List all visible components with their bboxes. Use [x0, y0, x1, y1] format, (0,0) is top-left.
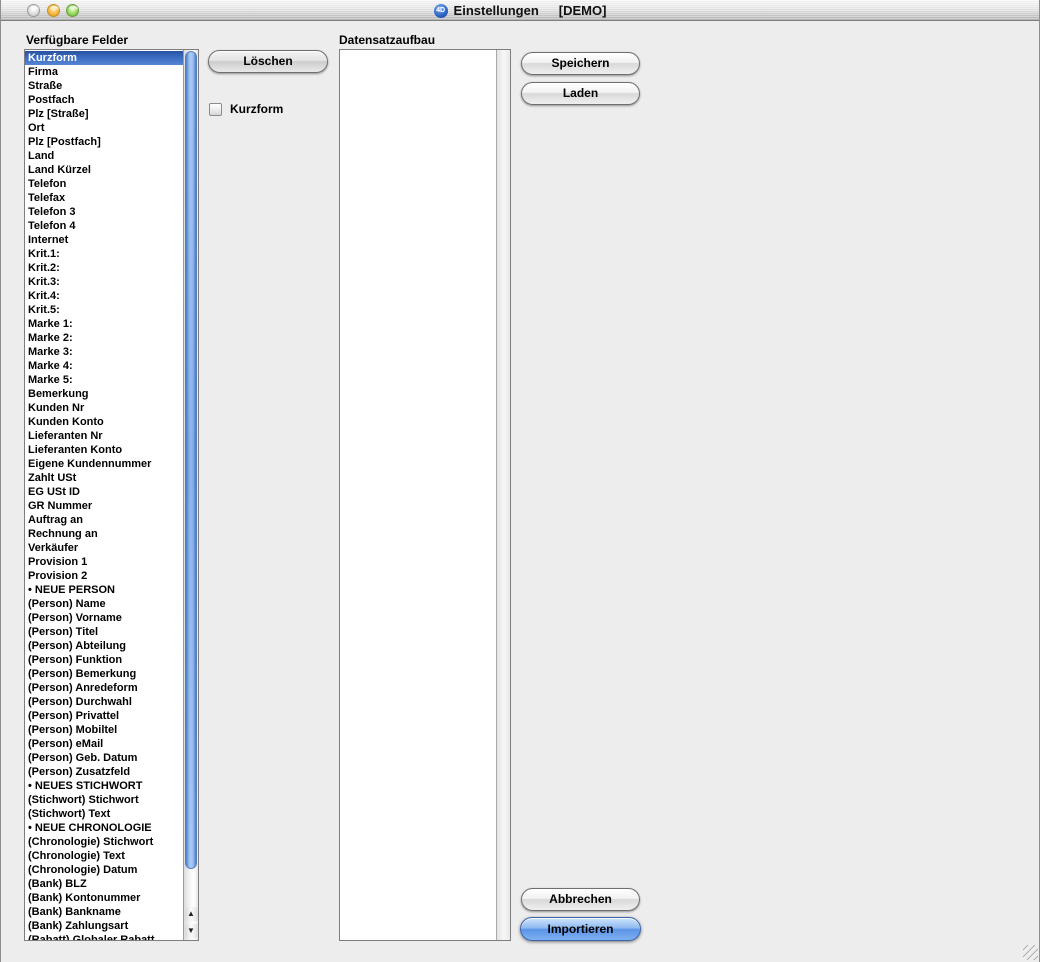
list-item[interactable]: (Bank) Zahlungsart: [25, 919, 183, 933]
record-structure-list[interactable]: [339, 49, 511, 941]
delete-button[interactable]: Löschen: [208, 50, 328, 73]
list-item[interactable]: (Bank) BLZ: [25, 877, 183, 891]
list-item[interactable]: Krit.4:: [25, 289, 183, 303]
scrollbar-thumb[interactable]: [185, 51, 197, 869]
kurzform-checkbox-row[interactable]: Kurzform: [209, 102, 283, 116]
list-item[interactable]: Provision 2: [25, 569, 183, 583]
settings-content: Verfügbare Felder KurzformFirmaStraßePos…: [1, 22, 1039, 962]
list-item[interactable]: (Chronologie) Text: [25, 849, 183, 863]
list-item[interactable]: (Person) Privattel: [25, 709, 183, 723]
import-button[interactable]: Importieren: [520, 917, 641, 941]
list-item[interactable]: Verkäufer: [25, 541, 183, 555]
list-item[interactable]: Telefon 3: [25, 205, 183, 219]
list-item[interactable]: Plz [Postfach]: [25, 135, 183, 149]
list-item[interactable]: Marke 5:: [25, 373, 183, 387]
window-title: Einstellungen: [454, 3, 539, 18]
available-fields-list[interactable]: KurzformFirmaStraßePostfachPlz [Straße]O…: [24, 49, 199, 941]
list-item[interactable]: (Person) Bemerkung: [25, 667, 183, 681]
record-structure-scrollbar[interactable]: [496, 50, 510, 940]
list-item[interactable]: Auftrag an: [25, 513, 183, 527]
list-item[interactable]: Telefax: [25, 191, 183, 205]
list-item[interactable]: Marke 3:: [25, 345, 183, 359]
kurzform-checkbox-label: Kurzform: [230, 102, 283, 116]
list-item[interactable]: (Person) eMail: [25, 737, 183, 751]
list-item[interactable]: (Bank) Bankname: [25, 905, 183, 919]
list-item[interactable]: (Person) Durchwahl: [25, 695, 183, 709]
list-item[interactable]: (Person) Anredeform: [25, 681, 183, 695]
settings-window: 4D Einstellungen [DEMO] Verfügbare Felde…: [0, 0, 1040, 962]
list-item[interactable]: Ort: [25, 121, 183, 135]
list-item[interactable]: (Stichwort) Stichwort: [25, 793, 183, 807]
list-item[interactable]: (Person) Name: [25, 597, 183, 611]
list-item[interactable]: (Stichwort) Text: [25, 807, 183, 821]
list-item[interactable]: Marke 4:: [25, 359, 183, 373]
list-item[interactable]: (Person) Geb. Datum: [25, 751, 183, 765]
resize-grip[interactable]: [1023, 945, 1038, 960]
list-item[interactable]: (Person) Funktion: [25, 653, 183, 667]
list-item[interactable]: (Person) Zusatzfeld: [25, 765, 183, 779]
available-fields-label: Verfügbare Felder: [26, 33, 128, 47]
list-item[interactable]: (Chronologie) Stichwort: [25, 835, 183, 849]
list-item[interactable]: Kurzform: [25, 51, 183, 65]
window-title-group: 4D Einstellungen [DEMO]: [1, 0, 1039, 21]
list-item[interactable]: Plz [Straße]: [25, 107, 183, 121]
scroll-up-icon[interactable]: ▲: [185, 907, 198, 921]
title-bar[interactable]: 4D Einstellungen [DEMO]: [1, 0, 1039, 21]
save-button[interactable]: Speichern: [521, 52, 640, 75]
list-item[interactable]: (Bank) Kontonummer: [25, 891, 183, 905]
demo-badge: [DEMO]: [559, 3, 607, 18]
4d-app-icon: 4D: [434, 4, 448, 18]
list-item[interactable]: Marke 1:: [25, 317, 183, 331]
list-item[interactable]: • NEUE PERSON: [25, 583, 183, 597]
list-item[interactable]: Postfach: [25, 93, 183, 107]
list-item[interactable]: Zahlt USt: [25, 471, 183, 485]
list-item[interactable]: (Person) Titel: [25, 625, 183, 639]
list-item[interactable]: Firma: [25, 65, 183, 79]
list-item[interactable]: (Rabatt) Globaler Rabatt: [25, 933, 183, 940]
list-item[interactable]: Krit.3:: [25, 275, 183, 289]
list-item[interactable]: Straße: [25, 79, 183, 93]
list-item[interactable]: Marke 2:: [25, 331, 183, 345]
list-item[interactable]: EG USt ID: [25, 485, 183, 499]
list-item[interactable]: Lieferanten Nr: [25, 429, 183, 443]
load-button[interactable]: Laden: [521, 82, 640, 105]
list-item[interactable]: Bemerkung: [25, 387, 183, 401]
scroll-down-icon[interactable]: ▼: [185, 924, 198, 938]
list-item[interactable]: (Person) Abteilung: [25, 639, 183, 653]
list-item[interactable]: Kunden Konto: [25, 415, 183, 429]
kurzform-checkbox[interactable]: [209, 103, 222, 116]
list-item[interactable]: Land: [25, 149, 183, 163]
list-item[interactable]: • NEUE CHRONOLOGIE: [25, 821, 183, 835]
list-item[interactable]: Telefon: [25, 177, 183, 191]
list-item[interactable]: (Chronologie) Datum: [25, 863, 183, 877]
list-item[interactable]: Provision 1: [25, 555, 183, 569]
list-item[interactable]: Telefon 4: [25, 219, 183, 233]
record-structure-label: Datensatzaufbau: [339, 33, 435, 47]
list-item[interactable]: Land Kürzel: [25, 163, 183, 177]
list-item[interactable]: (Person) Vorname: [25, 611, 183, 625]
list-item[interactable]: Krit.1:: [25, 247, 183, 261]
list-item[interactable]: Lieferanten Konto: [25, 443, 183, 457]
list-item[interactable]: GR Nummer: [25, 499, 183, 513]
list-item[interactable]: Kunden Nr: [25, 401, 183, 415]
list-item[interactable]: (Person) Mobiltel: [25, 723, 183, 737]
cancel-button[interactable]: Abbrechen: [521, 888, 640, 911]
list-item[interactable]: Rechnung an: [25, 527, 183, 541]
list-item[interactable]: Internet: [25, 233, 183, 247]
list-item[interactable]: Eigene Kundennummer: [25, 457, 183, 471]
record-structure-items: [340, 50, 496, 940]
available-fields-items: KurzformFirmaStraßePostfachPlz [Straße]O…: [25, 50, 183, 940]
list-item[interactable]: • NEUES STICHWORT: [25, 779, 183, 793]
available-fields-scrollbar[interactable]: ▲ ▼: [183, 50, 198, 940]
list-item[interactable]: Krit.2:: [25, 261, 183, 275]
list-item[interactable]: Krit.5:: [25, 303, 183, 317]
